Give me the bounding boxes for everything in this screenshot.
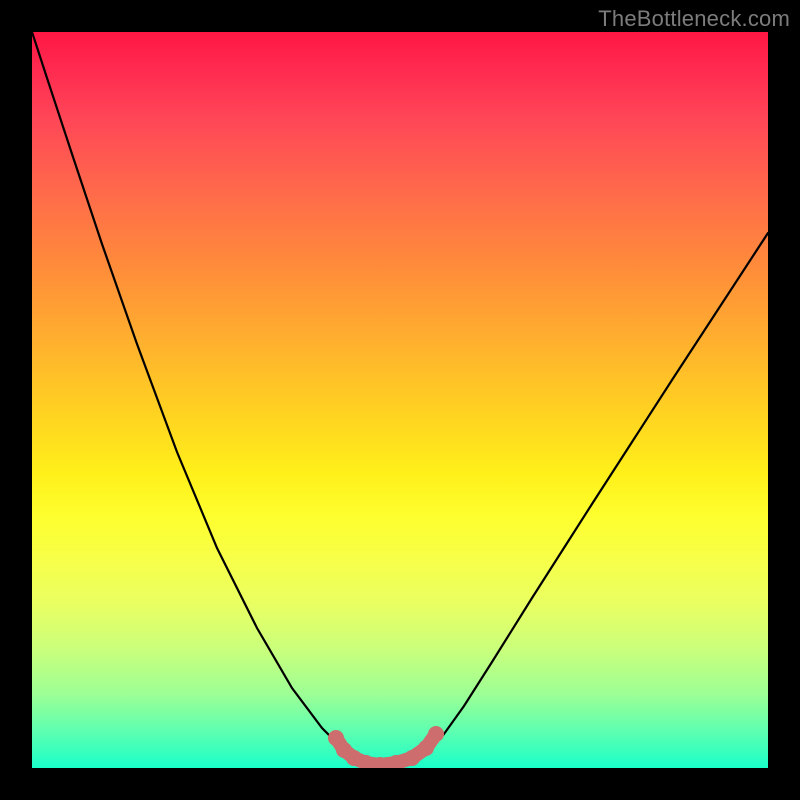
bottleneck-curve (32, 32, 768, 765)
curve-svg (32, 32, 768, 768)
emphasis-dot (428, 726, 444, 742)
plot-area (32, 32, 768, 768)
chart-frame: TheBottleneck.com (0, 0, 800, 800)
emphasis-dot (418, 740, 434, 756)
emphasis-dot (404, 750, 420, 766)
watermark-text: TheBottleneck.com (598, 6, 790, 32)
emphasis-dots (328, 726, 444, 768)
